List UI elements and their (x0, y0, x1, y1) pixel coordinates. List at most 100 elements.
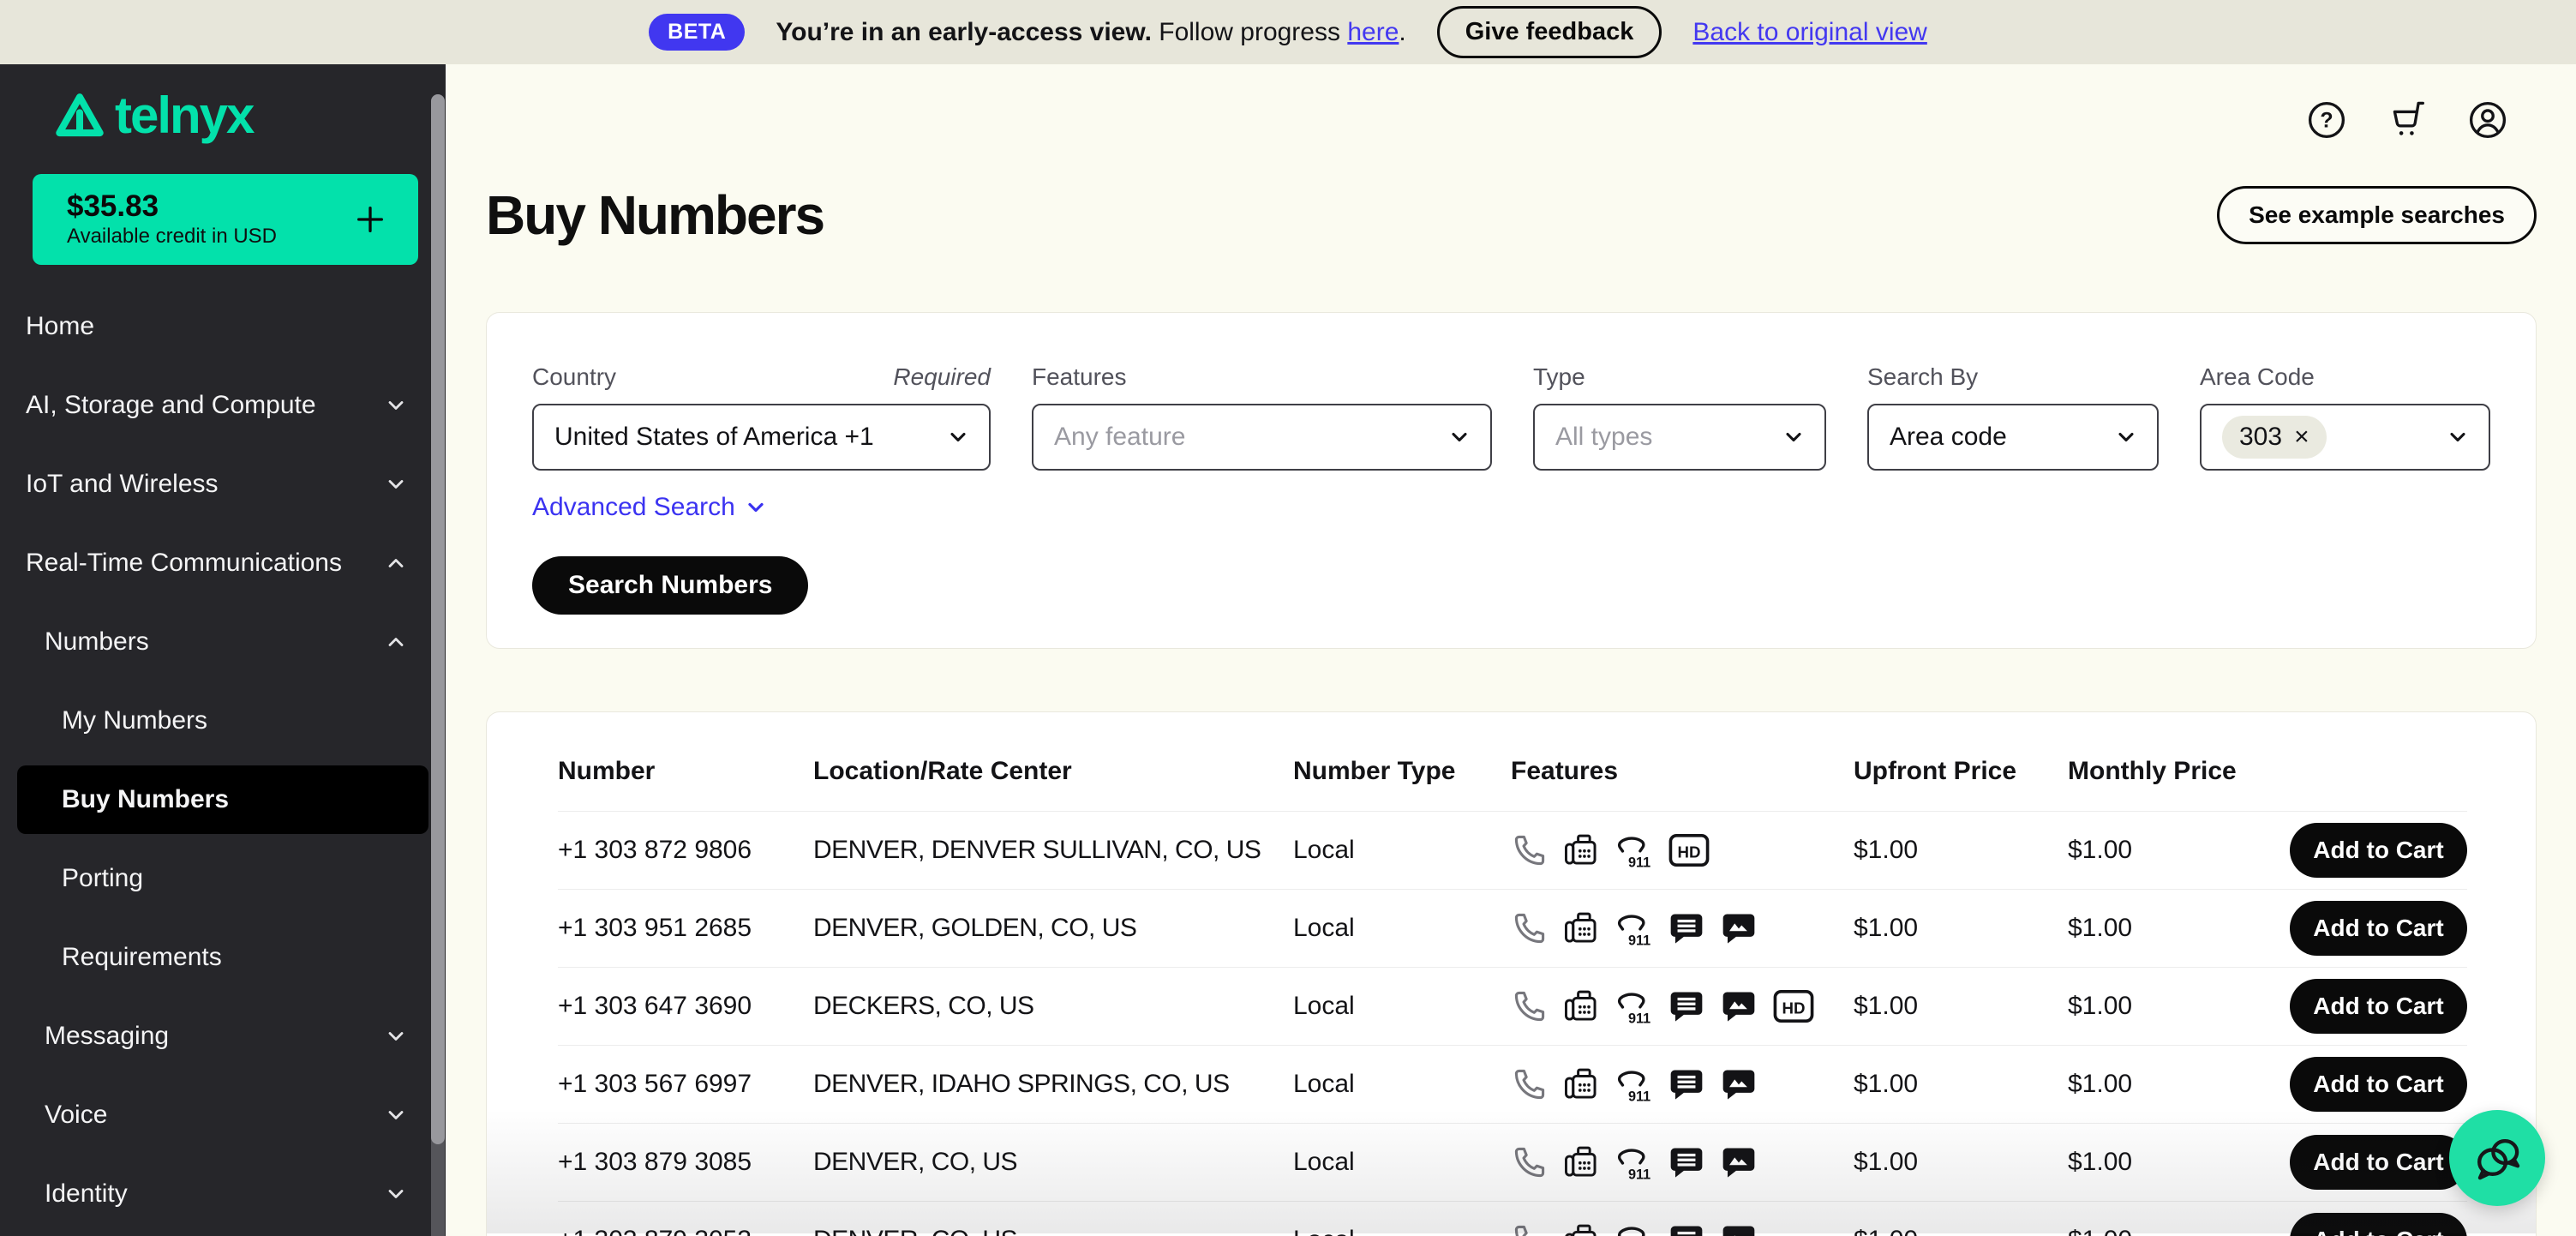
voice-icon (1511, 831, 1549, 869)
beta-badge: BETA (649, 14, 745, 51)
svg-text:HD: HD (1678, 843, 1701, 861)
number-type: Local (1293, 836, 1511, 865)
area-code-select[interactable]: 303× (2200, 404, 2490, 471)
beta-banner: BETA You’re in an early-access view. Fol… (0, 0, 2576, 64)
mms-icon (1720, 1065, 1758, 1103)
col-number-type: Number Type (1293, 757, 1511, 786)
svg-text:?: ? (2320, 108, 2333, 132)
banner-message: You’re in an early-access view. Follow p… (776, 18, 1405, 47)
chevron-down-icon (2114, 425, 2138, 449)
feature-icons: 911 (1511, 1065, 1854, 1103)
sidebar-item-requirements[interactable]: Requirements (0, 918, 446, 997)
sms-icon (1668, 1221, 1705, 1236)
telnyx-logo-icon (53, 90, 106, 141)
sidebar-item-ai-storage-compute[interactable]: AI, Storage and Compute (0, 366, 446, 445)
monthly-price: $1.00 (2068, 992, 2289, 1021)
credit-label: Available credit in USD (67, 224, 277, 249)
account-icon[interactable] (2466, 99, 2509, 141)
table-row: +1 303 879 3053 DENVER, CO, US Local 911 (558, 1201, 2467, 1236)
location: DENVER, GOLDEN, CO, US (813, 914, 1293, 943)
svg-text:911: 911 (1628, 855, 1650, 869)
see-example-searches-button[interactable]: See example searches (2217, 186, 2537, 244)
main-content: ? Buy Numbers See example searches Count… (446, 64, 2576, 1236)
search-filters-card: CountryRequired United States of America… (486, 312, 2537, 649)
feature-icons: 911 (1511, 1143, 1854, 1181)
col-monthly-price: Monthly Price (2068, 757, 2289, 786)
results-table-card: Number Location/Rate Center Number Type … (486, 711, 2537, 1236)
chevron-up-icon (384, 551, 408, 575)
add-to-cart-button[interactable]: Add to Cart (2290, 1135, 2467, 1190)
sidebar-item-real-time-communications[interactable]: Real-Time Communications (0, 524, 446, 603)
chevron-up-icon (384, 630, 408, 654)
e911-icon: 911 (1615, 831, 1653, 869)
add-to-cart-button[interactable]: Add to Cart (2290, 1213, 2467, 1236)
mms-icon (1720, 909, 1758, 947)
feature-icons: 911 HD (1511, 831, 1854, 869)
svg-text:911: 911 (1628, 1089, 1650, 1103)
monthly-price: $1.00 (2068, 1226, 2289, 1236)
monthly-price: $1.00 (2068, 1070, 2289, 1099)
col-features: Features (1511, 757, 1854, 786)
features-select[interactable]: Any feature (1032, 404, 1492, 471)
filter-row: CountryRequired United States of America… (532, 363, 2491, 471)
location: DENVER, CO, US (813, 1148, 1293, 1177)
sidebar-item-messaging[interactable]: Messaging (0, 997, 446, 1076)
sidebar-item-porting[interactable]: Porting (0, 839, 446, 918)
sms-icon (1668, 1143, 1705, 1181)
remove-chip-icon[interactable]: × (2294, 424, 2309, 450)
phone-number: +1 303 951 2685 (558, 914, 813, 943)
sidebar-item-buy-numbers[interactable]: Buy Numbers (17, 765, 428, 834)
sidebar-item-voice[interactable]: Voice (0, 1076, 446, 1155)
phone-number: +1 303 879 3053 (558, 1226, 813, 1236)
page-title: Buy Numbers (486, 186, 824, 244)
follow-progress-link[interactable]: here (1347, 18, 1399, 46)
cart-icon[interactable] (2386, 99, 2429, 141)
credit-balance-card[interactable]: $35.83 Available credit in USD (33, 174, 418, 265)
sidebar-item-identity[interactable]: Identity (0, 1155, 446, 1233)
advanced-search-link[interactable]: Advanced Search (532, 493, 768, 522)
chat-bubbles-icon (2465, 1126, 2529, 1190)
location: DENVER, IDAHO SPRINGS, CO, US (813, 1070, 1293, 1099)
sidebar-item-home[interactable]: Home (0, 287, 446, 366)
voice-icon (1511, 987, 1549, 1025)
sidebar-item-iot-wireless[interactable]: IoT and Wireless (0, 445, 446, 524)
number-type: Local (1293, 1148, 1511, 1177)
search-numbers-button[interactable]: Search Numbers (532, 556, 808, 615)
table-row: +1 303 567 6997 DENVER, IDAHO SPRINGS, C… (558, 1045, 2467, 1123)
telnyx-logo[interactable]: telnyx (53, 90, 253, 141)
add-credit-icon[interactable] (353, 202, 387, 237)
number-type: Local (1293, 992, 1511, 1021)
area-code-field: Area Code 303× (2200, 363, 2490, 471)
search-by-select[interactable]: Area code (1867, 404, 2159, 471)
e911-icon: 911 (1615, 987, 1653, 1025)
sidebar-nav: Home AI, Storage and Compute IoT and Wir… (0, 287, 446, 1233)
upfront-price: $1.00 (1854, 1148, 2068, 1177)
give-feedback-button[interactable]: Give feedback (1437, 6, 1662, 58)
help-icon[interactable]: ? (2305, 99, 2348, 141)
monthly-price: $1.00 (2068, 914, 2289, 943)
sidebar: telnyx $35.83 Available credit in USD Ho… (0, 64, 446, 1236)
voice-icon (1511, 909, 1549, 947)
phone-number: +1 303 879 3085 (558, 1148, 813, 1177)
sidebar-scrollbar[interactable] (431, 94, 445, 1236)
country-select[interactable]: United States of America +1 (532, 404, 991, 471)
sidebar-item-numbers[interactable]: Numbers (0, 603, 446, 681)
table-row: +1 303 951 2685 DENVER, GOLDEN, CO, US L… (558, 889, 2467, 967)
add-to-cart-button[interactable]: Add to Cart (2290, 1057, 2467, 1112)
add-to-cart-button[interactable]: Add to Cart (2290, 901, 2467, 956)
credit-amount: $35.83 (67, 189, 277, 224)
col-location: Location/Rate Center (813, 757, 1293, 786)
voice-icon (1511, 1143, 1549, 1181)
location: DENVER, CO, US (813, 1226, 1293, 1236)
sidebar-scrollbar-thumb[interactable] (431, 94, 445, 1144)
chevron-down-icon (946, 425, 970, 449)
chat-launcher-button[interactable] (2449, 1110, 2545, 1206)
sidebar-item-my-numbers[interactable]: My Numbers (0, 681, 446, 760)
add-to-cart-button[interactable]: Add to Cart (2290, 979, 2467, 1034)
number-type: Local (1293, 1070, 1511, 1099)
type-select[interactable]: All types (1533, 404, 1826, 471)
add-to-cart-button[interactable]: Add to Cart (2290, 823, 2467, 878)
col-number: Number (558, 757, 813, 786)
svg-text:911: 911 (1628, 1167, 1650, 1181)
back-to-original-link[interactable]: Back to original view (1692, 18, 1926, 47)
